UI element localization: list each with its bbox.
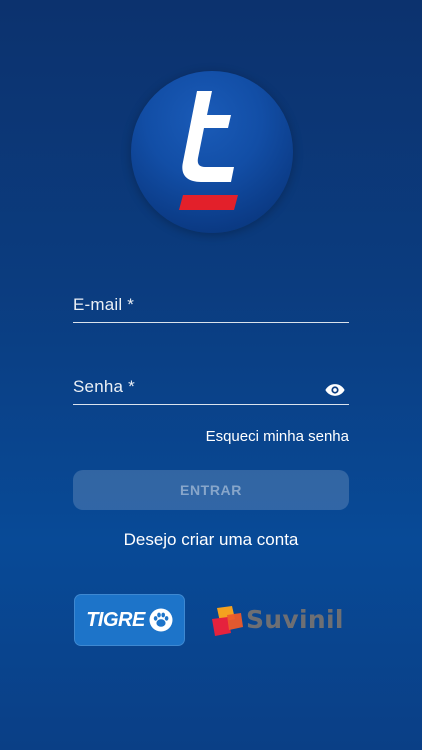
tigre-wordmark: TIGRE [86, 608, 145, 631]
email-label: E-mail * [73, 295, 135, 314]
t-brand-logo-icon [179, 91, 238, 210]
paw-icon [149, 608, 173, 632]
eye-icon[interactable] [325, 383, 345, 397]
create-account-link[interactable]: Desejo criar uma conta [0, 530, 422, 550]
suvinil-wordmark: Suvinil [246, 605, 344, 634]
suvinil-logo: Suvinil [210, 603, 352, 639]
enter-button[interactable]: ENTRAR [73, 470, 349, 510]
app-logo [131, 71, 293, 233]
suvinil-mark-icon [212, 606, 243, 636]
email-field[interactable]: E-mail * [73, 282, 349, 323]
forgot-password-link[interactable]: Esqueci minha senha [206, 428, 349, 445]
password-label: Senha * [73, 377, 135, 396]
tigre-logo: TIGRE [74, 594, 185, 646]
password-field[interactable]: Senha * [73, 364, 349, 405]
